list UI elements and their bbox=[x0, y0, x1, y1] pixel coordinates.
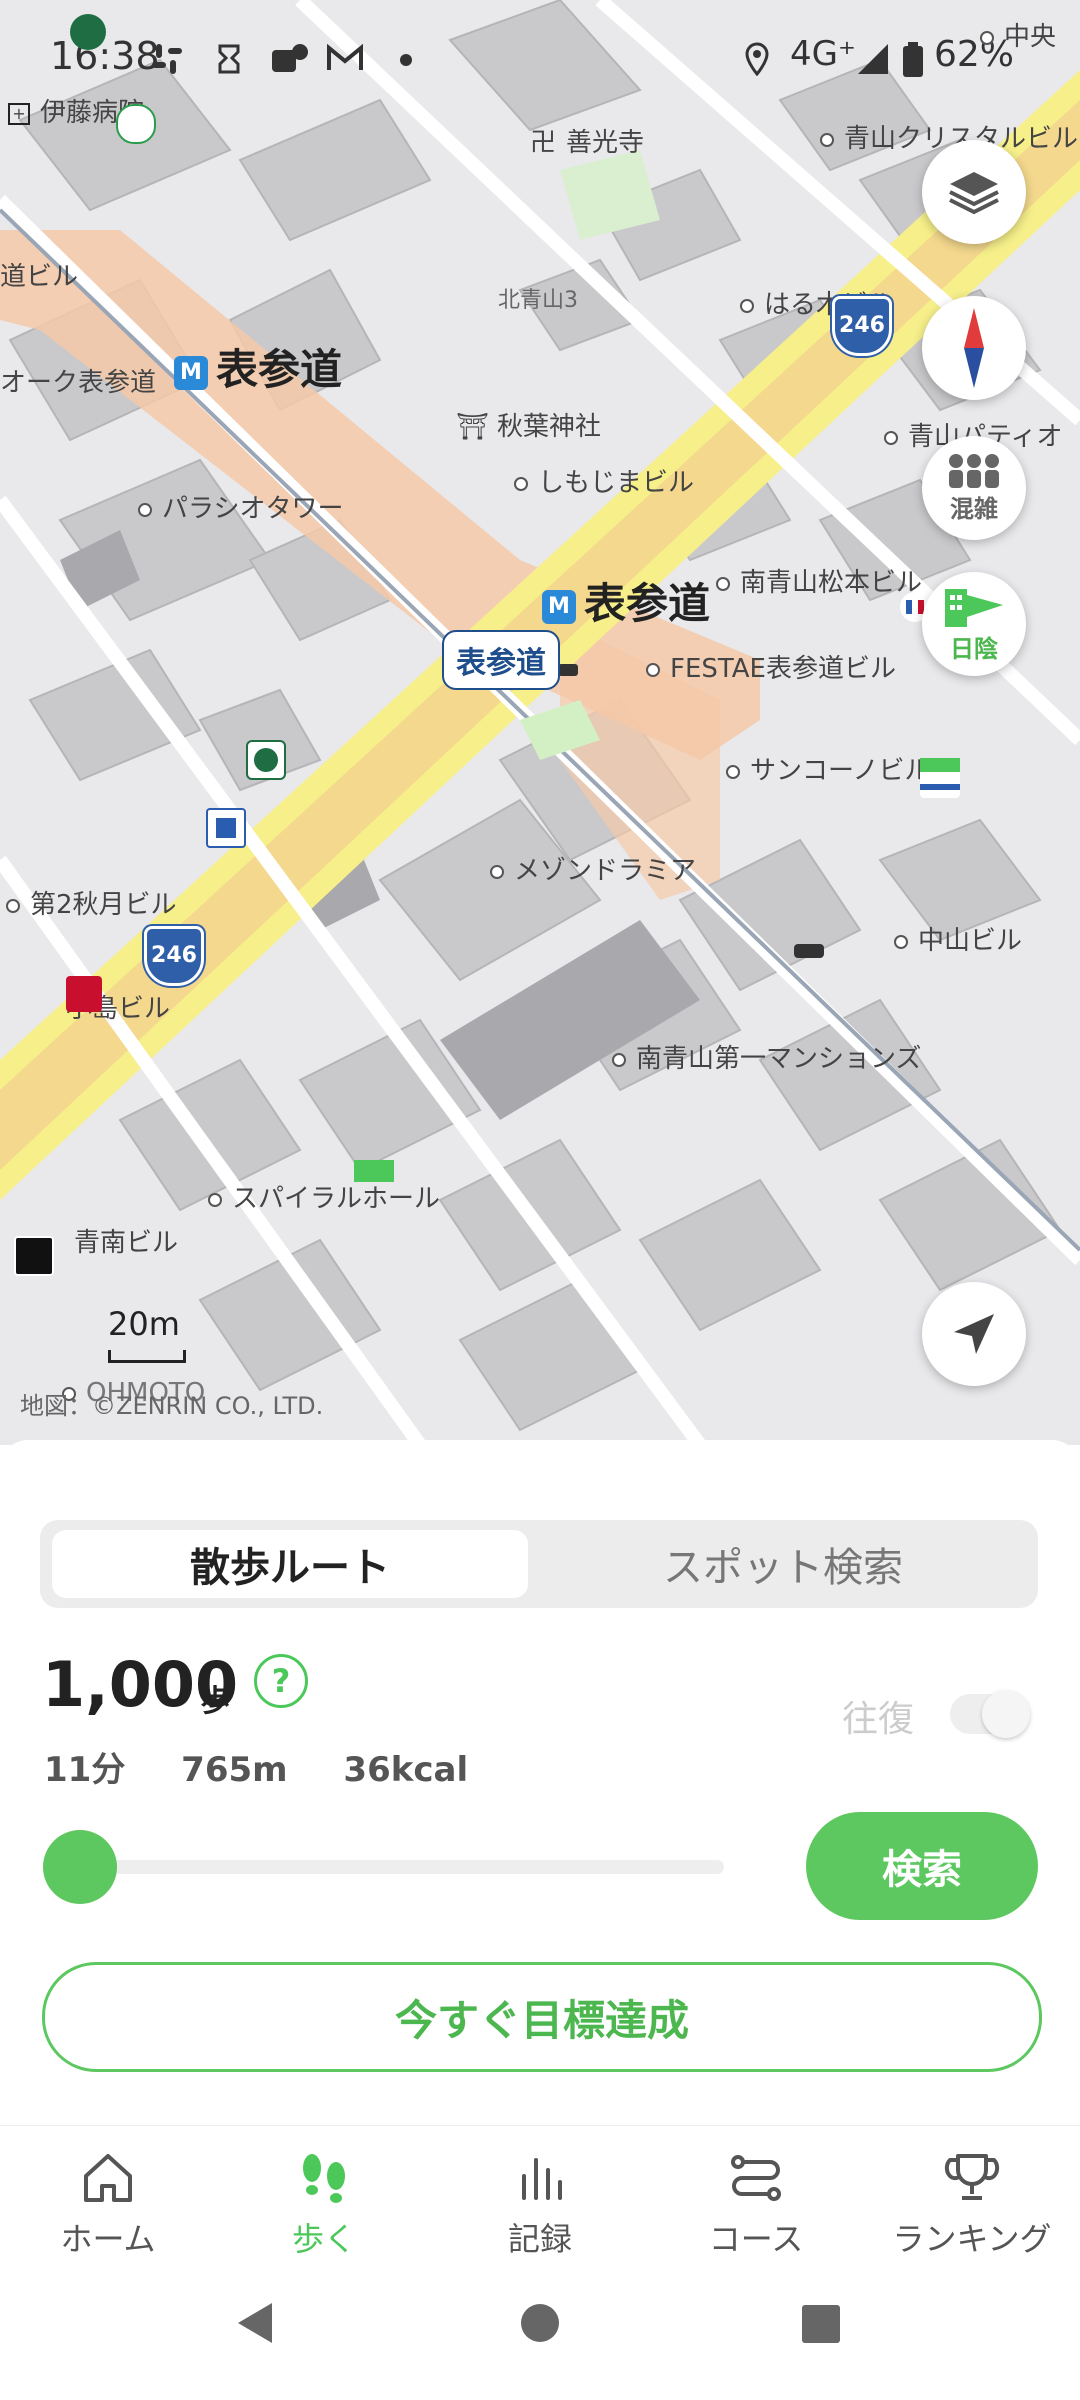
map-label: メゾンドラミア bbox=[490, 850, 696, 887]
route-shield: 246 bbox=[832, 296, 892, 356]
route-calories: 36kcal bbox=[343, 1750, 469, 1790]
traffic-light-icon bbox=[558, 664, 578, 676]
map-label: 第2秋月ビル bbox=[6, 884, 177, 921]
crowd-button[interactable]: 混雑 bbox=[922, 436, 1026, 540]
signal-icon bbox=[856, 42, 890, 76]
steps-slider-track[interactable] bbox=[80, 1860, 724, 1874]
route-time: 11分 bbox=[44, 1750, 126, 1790]
map-scale-label: 20m bbox=[108, 1305, 180, 1343]
current-location-button[interactable] bbox=[922, 1282, 1026, 1386]
convenience-store-icon bbox=[354, 1160, 394, 1182]
map-label: ⛩ 秋葉神社 bbox=[456, 412, 602, 442]
compass-button[interactable] bbox=[922, 296, 1026, 400]
mode-segmented-control: 散歩ルート スポット検索 bbox=[40, 1520, 1038, 1608]
compass-icon bbox=[964, 308, 984, 388]
convenience-store-icon bbox=[920, 758, 960, 798]
traffic-light-icon bbox=[794, 944, 824, 958]
nav-home-label: ホーム bbox=[60, 2220, 156, 2258]
recents-icon[interactable] bbox=[802, 2305, 840, 2343]
layers-icon bbox=[949, 172, 999, 215]
location-icon bbox=[740, 42, 774, 77]
convenience-store-icon bbox=[206, 808, 246, 848]
system-navigation-bar bbox=[0, 2275, 1080, 2400]
map-view[interactable]: 16:38 4G⁺ 62% + 伊藤病院 卍善光寺 青山クリスタルビル 中央 北青… bbox=[0, 0, 1080, 1445]
route-distance: 765m bbox=[181, 1750, 288, 1790]
map-label: 中山ビル bbox=[894, 920, 1022, 957]
metro-icon: M bbox=[542, 589, 576, 624]
bottom-navigation: ホーム 歩く 記録 コース ランキング bbox=[0, 2125, 1080, 2276]
map-label: しもじまビル bbox=[514, 462, 694, 499]
achieve-goal-button[interactable]: 今すぐ目標達成 bbox=[42, 1962, 1042, 2072]
crowd-icon bbox=[949, 453, 999, 488]
battery-icon bbox=[902, 42, 936, 77]
roundtrip-label: 往復 bbox=[842, 1699, 915, 1740]
app-notification-icon bbox=[270, 42, 308, 76]
shade-button-label: 日陰 bbox=[950, 634, 998, 663]
bar-chart-icon bbox=[522, 2158, 562, 2200]
map-label: 中央 bbox=[980, 16, 1056, 53]
status-time: 16:38 bbox=[50, 34, 160, 78]
map-label: パラシオタワー bbox=[138, 488, 343, 525]
layers-button[interactable] bbox=[922, 140, 1026, 244]
nav-walk-label: 歩く bbox=[291, 2220, 356, 2258]
nav-course[interactable]: コース bbox=[648, 2126, 864, 2276]
cafe-icon bbox=[70, 14, 106, 50]
roundtrip-toggle[interactable] bbox=[950, 1690, 1030, 1738]
back-icon[interactable] bbox=[236, 2301, 276, 2345]
search-button[interactable]: 検索 bbox=[806, 1812, 1038, 1920]
nav-ranking-label: ランキング bbox=[892, 2220, 1052, 2258]
toggle-knob bbox=[982, 1690, 1030, 1738]
gmail-icon bbox=[326, 42, 363, 76]
home-icon bbox=[84, 2154, 132, 2202]
help-icon[interactable]: ? bbox=[254, 1654, 308, 1708]
shade-button[interactable]: 日陰 bbox=[922, 572, 1026, 676]
map-label: 北青山3 bbox=[498, 288, 578, 313]
steps-slider-handle[interactable] bbox=[43, 1830, 117, 1904]
map-label: オーク表参道 bbox=[0, 368, 157, 398]
station-label[interactable]: M 表参道 bbox=[542, 570, 710, 631]
map-copyright: 地図：©ZENRIN CO., LTD. bbox=[20, 1392, 324, 1420]
network-type: 4G⁺ bbox=[790, 34, 856, 74]
slack-icon bbox=[150, 42, 184, 76]
more-notifications-icon bbox=[400, 54, 412, 66]
nav-home[interactable]: ホーム bbox=[0, 2126, 216, 2276]
route-stats: 11分 765m 36kcal bbox=[44, 1742, 512, 1791]
restaurant-icon bbox=[14, 1236, 54, 1276]
map-scale-bar bbox=[108, 1350, 186, 1363]
map-label: スパイラルホール bbox=[208, 1178, 440, 1215]
shade-icon bbox=[945, 588, 1003, 627]
station-label[interactable]: M 表参道 bbox=[174, 336, 342, 397]
nav-records[interactable]: 記録 bbox=[432, 2126, 648, 2276]
map-label: 南青山第一マンションズ bbox=[612, 1038, 921, 1075]
cafe-icon bbox=[246, 740, 286, 780]
nav-walk[interactable]: 歩く bbox=[216, 2126, 432, 2276]
map-label: 卍善光寺 bbox=[530, 128, 645, 158]
home-circle-icon[interactable] bbox=[520, 2303, 560, 2343]
nav-course-label: コース bbox=[708, 2220, 804, 2258]
nav-records-label: 記録 bbox=[507, 2220, 572, 2258]
convenience-store-icon bbox=[116, 104, 156, 144]
map-label: 道ビル bbox=[0, 262, 79, 292]
crowd-button-label: 混雑 bbox=[950, 494, 998, 523]
station-callout[interactable]: 表参道 bbox=[442, 630, 560, 690]
map-label: 青南ビル bbox=[74, 1228, 179, 1258]
app-notification-icon bbox=[212, 42, 246, 76]
step-unit: 歩 bbox=[200, 1684, 230, 1719]
tab-walk-route[interactable]: 散歩ルート bbox=[52, 1530, 528, 1598]
route-icon bbox=[731, 2155, 781, 2201]
map-label: 南青山松本ビル bbox=[716, 562, 922, 599]
status-bar: 16:38 4G⁺ 62% bbox=[0, 0, 1080, 120]
navigation-arrow-icon bbox=[954, 1314, 994, 1354]
restaurant-icon bbox=[66, 976, 102, 1012]
trophy-icon bbox=[944, 2154, 1000, 2200]
metro-icon: M bbox=[174, 355, 208, 390]
tab-spot-search[interactable]: スポット検索 bbox=[540, 1530, 1026, 1598]
map-label: FESTAE表参道ビル bbox=[646, 648, 896, 685]
nav-ranking[interactable]: ランキング bbox=[864, 2126, 1080, 2276]
map-label: サンコーノビル bbox=[726, 750, 930, 787]
route-shield: 246 bbox=[144, 926, 204, 986]
footsteps-icon bbox=[303, 2154, 345, 2203]
